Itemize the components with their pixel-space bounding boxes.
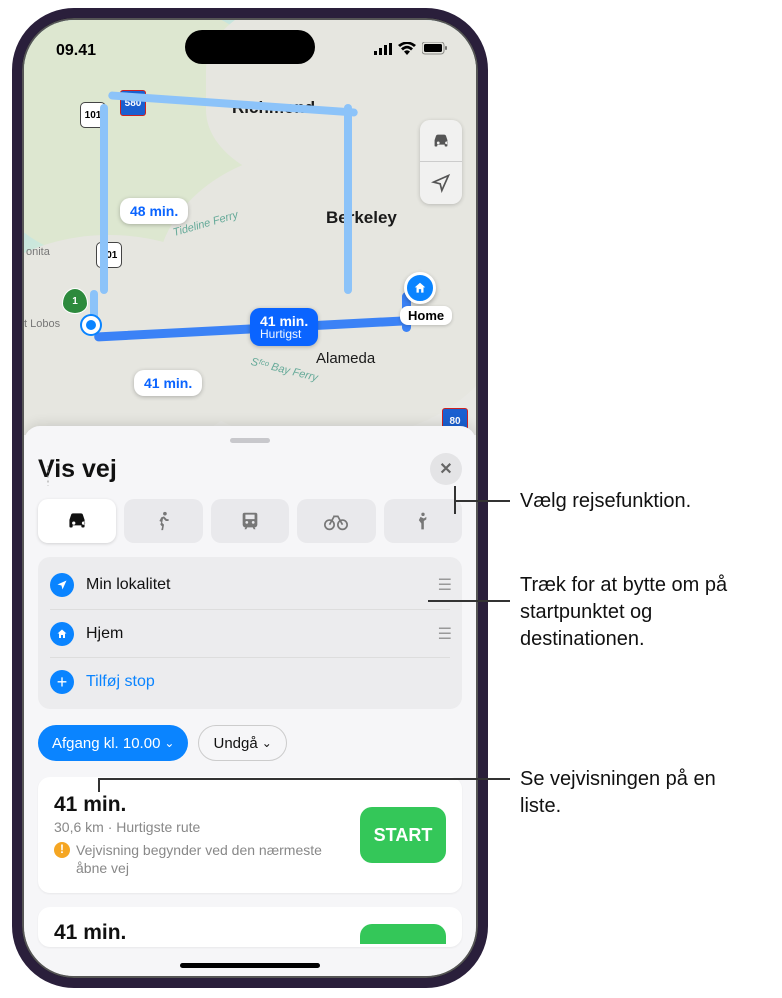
- home-icon: [50, 622, 74, 646]
- person-hail-icon: [413, 510, 433, 532]
- mode-transit-button[interactable]: [211, 499, 289, 543]
- drag-handle-icon[interactable]: ☰: [438, 575, 450, 595]
- status-time: 09.41: [56, 42, 96, 60]
- stops-card: Min lokalitet ☰ Hjem ☰ + Tilføj stop: [38, 557, 462, 709]
- callout-mode: Vælg rejsefunktion.: [520, 488, 691, 515]
- route-note-text: Vejvisning begynder ved den nærmeste åbn…: [76, 841, 346, 877]
- chevron-down-icon: ⌄: [262, 736, 272, 750]
- route-time-bubble-alt[interactable]: 48 min.: [120, 198, 188, 224]
- location-arrow-icon: [50, 573, 74, 597]
- close-icon: ✕: [439, 459, 452, 479]
- add-stop-row[interactable]: + Tilføj stop: [50, 657, 450, 705]
- battery-icon: [422, 42, 448, 60]
- wifi-icon: [398, 42, 416, 60]
- route-time: 41 min.: [54, 793, 346, 817]
- depart-time-label: Afgang kl. 10.00: [52, 735, 160, 752]
- mode-walk-button[interactable]: [124, 499, 202, 543]
- stop-row-origin[interactable]: Min lokalitet ☰: [50, 561, 450, 609]
- transport-mode-map-button[interactable]: [420, 120, 462, 162]
- sheet-grabber[interactable]: [230, 438, 270, 443]
- transit-icon: [239, 510, 261, 532]
- chevron-down-icon: ⌄: [164, 736, 174, 750]
- route-time-bubble-alt[interactable]: 41 min.: [134, 370, 202, 396]
- mode-cycle-button[interactable]: [297, 499, 375, 543]
- map-label-alameda: Alameda: [316, 350, 375, 367]
- map-label-berkeley: Berkeley: [326, 208, 397, 228]
- route-result-card[interactable]: 41 min.: [38, 907, 462, 947]
- cellular-icon: [374, 42, 392, 60]
- warning-icon: !: [54, 842, 70, 858]
- route-result-card[interactable]: 41 min. 30,6 km · Hurtigste rute ! Vejvi…: [38, 777, 462, 893]
- walk-icon: [153, 510, 175, 532]
- callout-drag: Træk for at bytte om på startpunktet og …: [520, 572, 770, 653]
- avoid-chip[interactable]: Undgå ⌄: [198, 725, 286, 761]
- home-pin-icon[interactable]: [404, 272, 436, 304]
- map-label-lobos: t Lobos: [24, 318, 60, 330]
- map-controls: [420, 120, 462, 204]
- start-button-label: START: [374, 825, 433, 846]
- stop-origin-label: Min lokalitet: [86, 576, 438, 594]
- stop-destination-label: Hjem: [86, 625, 438, 643]
- transport-mode-row: [38, 499, 462, 543]
- route-time-bubble-primary[interactable]: 41 min. Hurtigst: [250, 308, 318, 346]
- route-shield: 1: [62, 288, 88, 314]
- depart-time-chip[interactable]: Afgang kl. 10.00 ⌄: [38, 725, 188, 761]
- drag-handle-icon[interactable]: ☰: [438, 624, 450, 644]
- start-location-dot: [82, 316, 100, 334]
- route-subtitle: 30,6 km · Hurtigste rute: [54, 819, 346, 835]
- route-options-row: Afgang kl. 10.00 ⌄ Undgå ⌄: [38, 725, 462, 761]
- add-stop-label: Tilføj stop: [86, 673, 450, 691]
- home-indicator[interactable]: [180, 963, 320, 968]
- callout-list: Se vejvisningen på en liste.: [520, 766, 740, 820]
- start-navigation-button[interactable]: START: [360, 807, 446, 863]
- plus-icon: +: [50, 670, 74, 694]
- start-navigation-button[interactable]: [360, 924, 446, 944]
- route-note: ! Vejvisning begynder ved den nærmeste å…: [54, 841, 346, 877]
- car-icon: [64, 508, 90, 534]
- home-pin-label: Home: [400, 306, 452, 325]
- bike-icon: [323, 510, 349, 532]
- stop-row-destination[interactable]: Hjem ☰: [50, 609, 450, 657]
- close-button[interactable]: ✕: [430, 453, 462, 485]
- directions-sheet: Vis vej ✕: [24, 426, 476, 976]
- map-label-bonita: onita: [26, 246, 50, 258]
- route-time: 41 min.: [54, 921, 346, 945]
- sheet-title: Vis vej: [38, 455, 117, 484]
- map-view[interactable]: Richmond Berkeley Alameda t Lobos onita …: [24, 20, 476, 435]
- avoid-label: Undgå: [213, 735, 257, 752]
- locate-me-button[interactable]: [420, 162, 462, 204]
- mode-rideshare-button[interactable]: [384, 499, 462, 543]
- dynamic-island: [185, 30, 315, 64]
- phone-screen: 09.41 Richmond Berkeley Alameda t Lobos …: [24, 20, 476, 976]
- mode-drive-button[interactable]: [38, 499, 116, 543]
- phone-frame: 09.41 Richmond Berkeley Alameda t Lobos …: [12, 8, 488, 988]
